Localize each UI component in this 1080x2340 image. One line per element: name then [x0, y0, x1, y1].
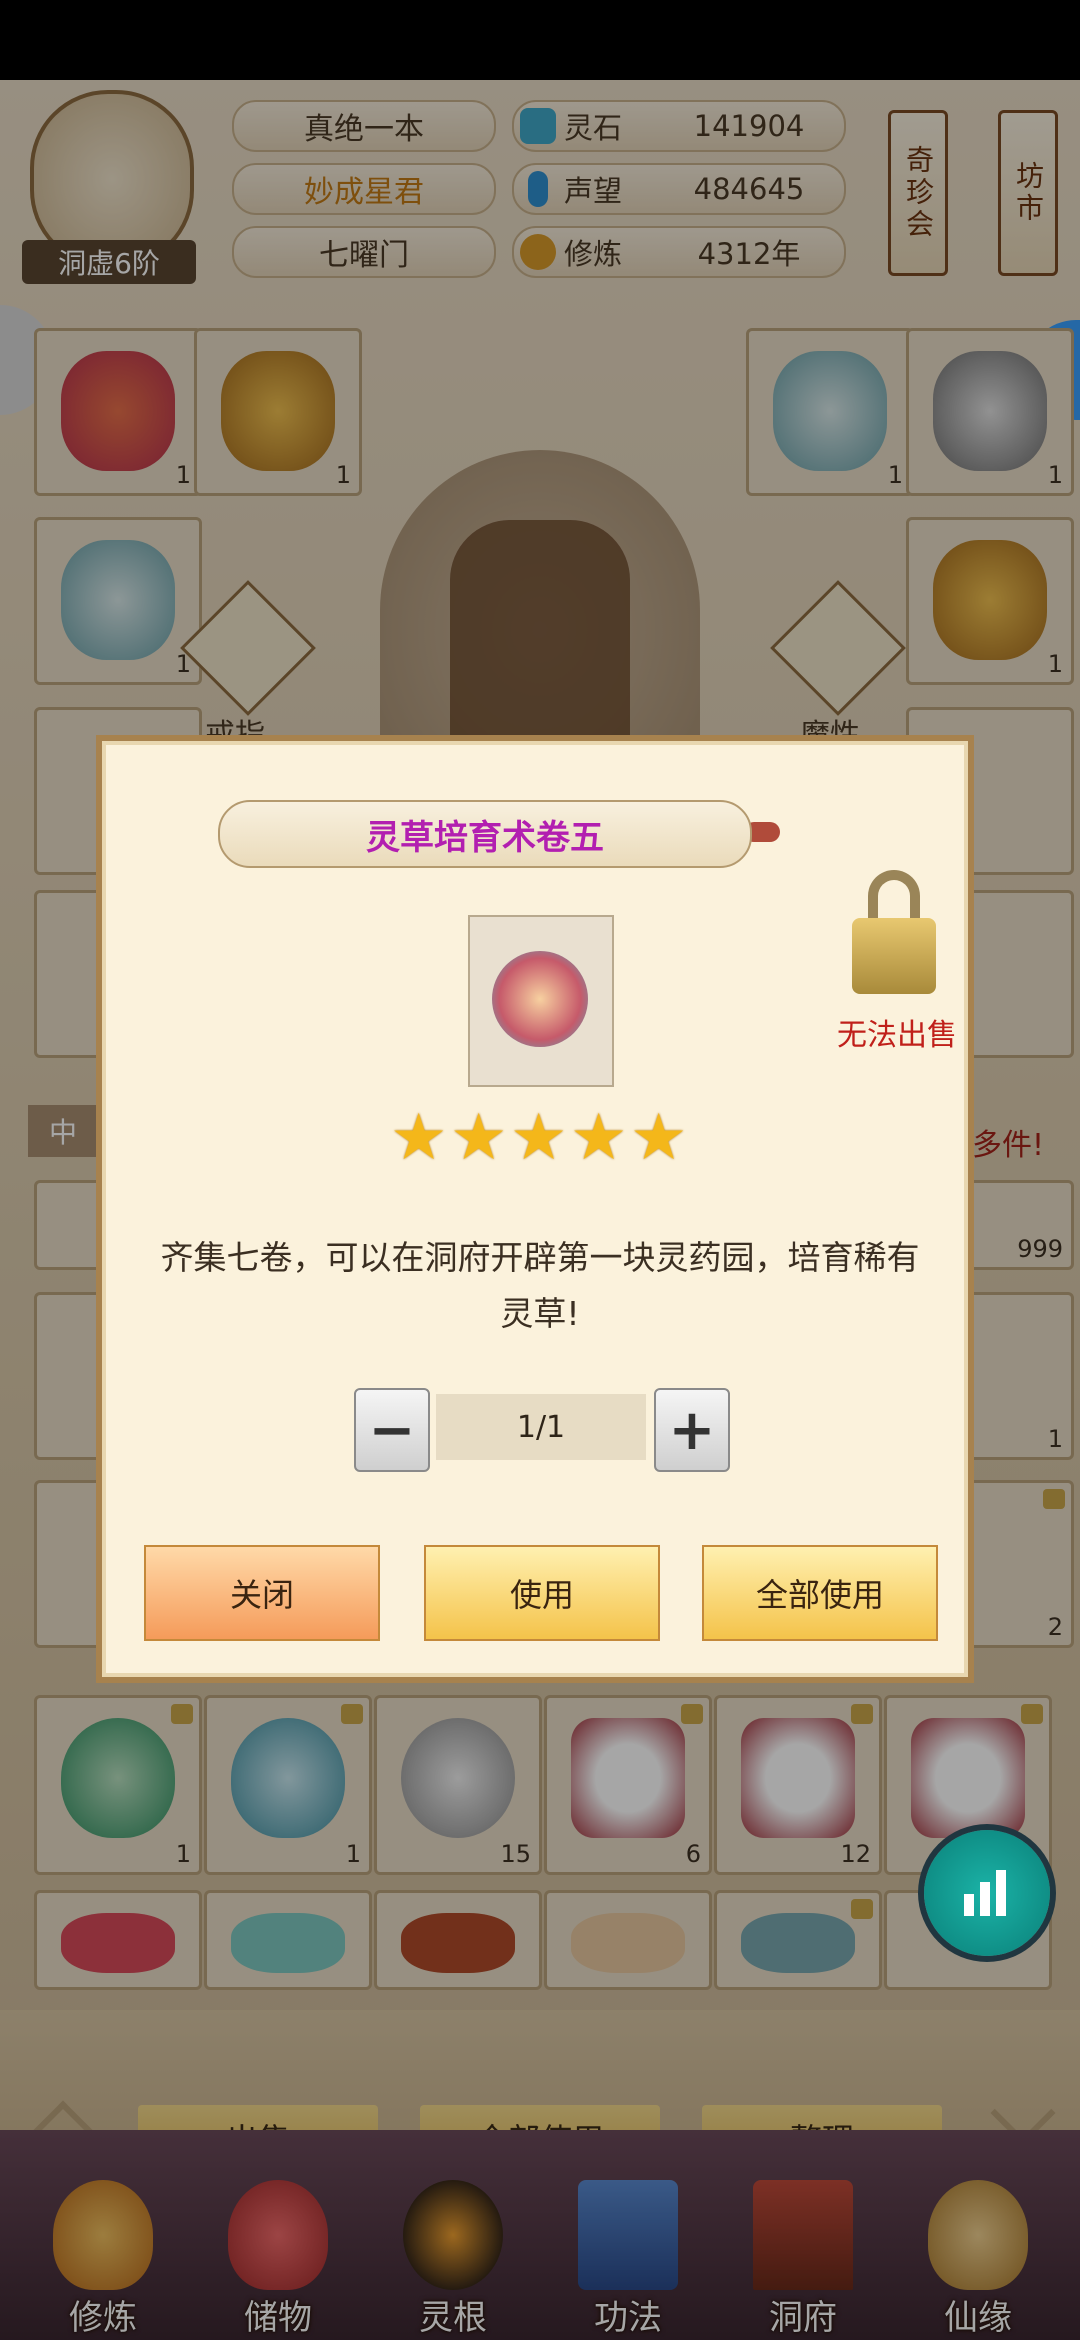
item-description: 齐集七卷，可以在洞府开辟第一块灵药园，培育稀有灵草! — [160, 1238, 920, 1333]
bar-chart-icon — [964, 1870, 1010, 1916]
use-all-button[interactable]: 全部使用 — [702, 1545, 938, 1641]
item-detail-dialog — [96, 735, 974, 1683]
star-icon: ★ — [630, 1101, 688, 1175]
increase-button[interactable]: + — [654, 1388, 730, 1472]
star-icon: ★ — [570, 1101, 628, 1175]
no-sell-label: 无法出售 — [837, 1018, 957, 1053]
star-icon: ★ — [390, 1101, 448, 1175]
item-icon-box — [468, 915, 614, 1087]
lock-icon — [852, 870, 936, 994]
dialog-title: 灵草培育术卷五 — [218, 800, 752, 868]
star-icon: ★ — [510, 1101, 568, 1175]
use-button[interactable]: 使用 — [424, 1545, 660, 1641]
quantity-field[interactable]: 1/1 — [436, 1394, 646, 1460]
scroll-item-icon — [492, 951, 588, 1047]
stats-fab[interactable] — [924, 1830, 1050, 1956]
star-icon: ★ — [450, 1101, 508, 1175]
close-button[interactable]: 关闭 — [144, 1545, 380, 1641]
decrease-button[interactable]: − — [354, 1388, 430, 1472]
